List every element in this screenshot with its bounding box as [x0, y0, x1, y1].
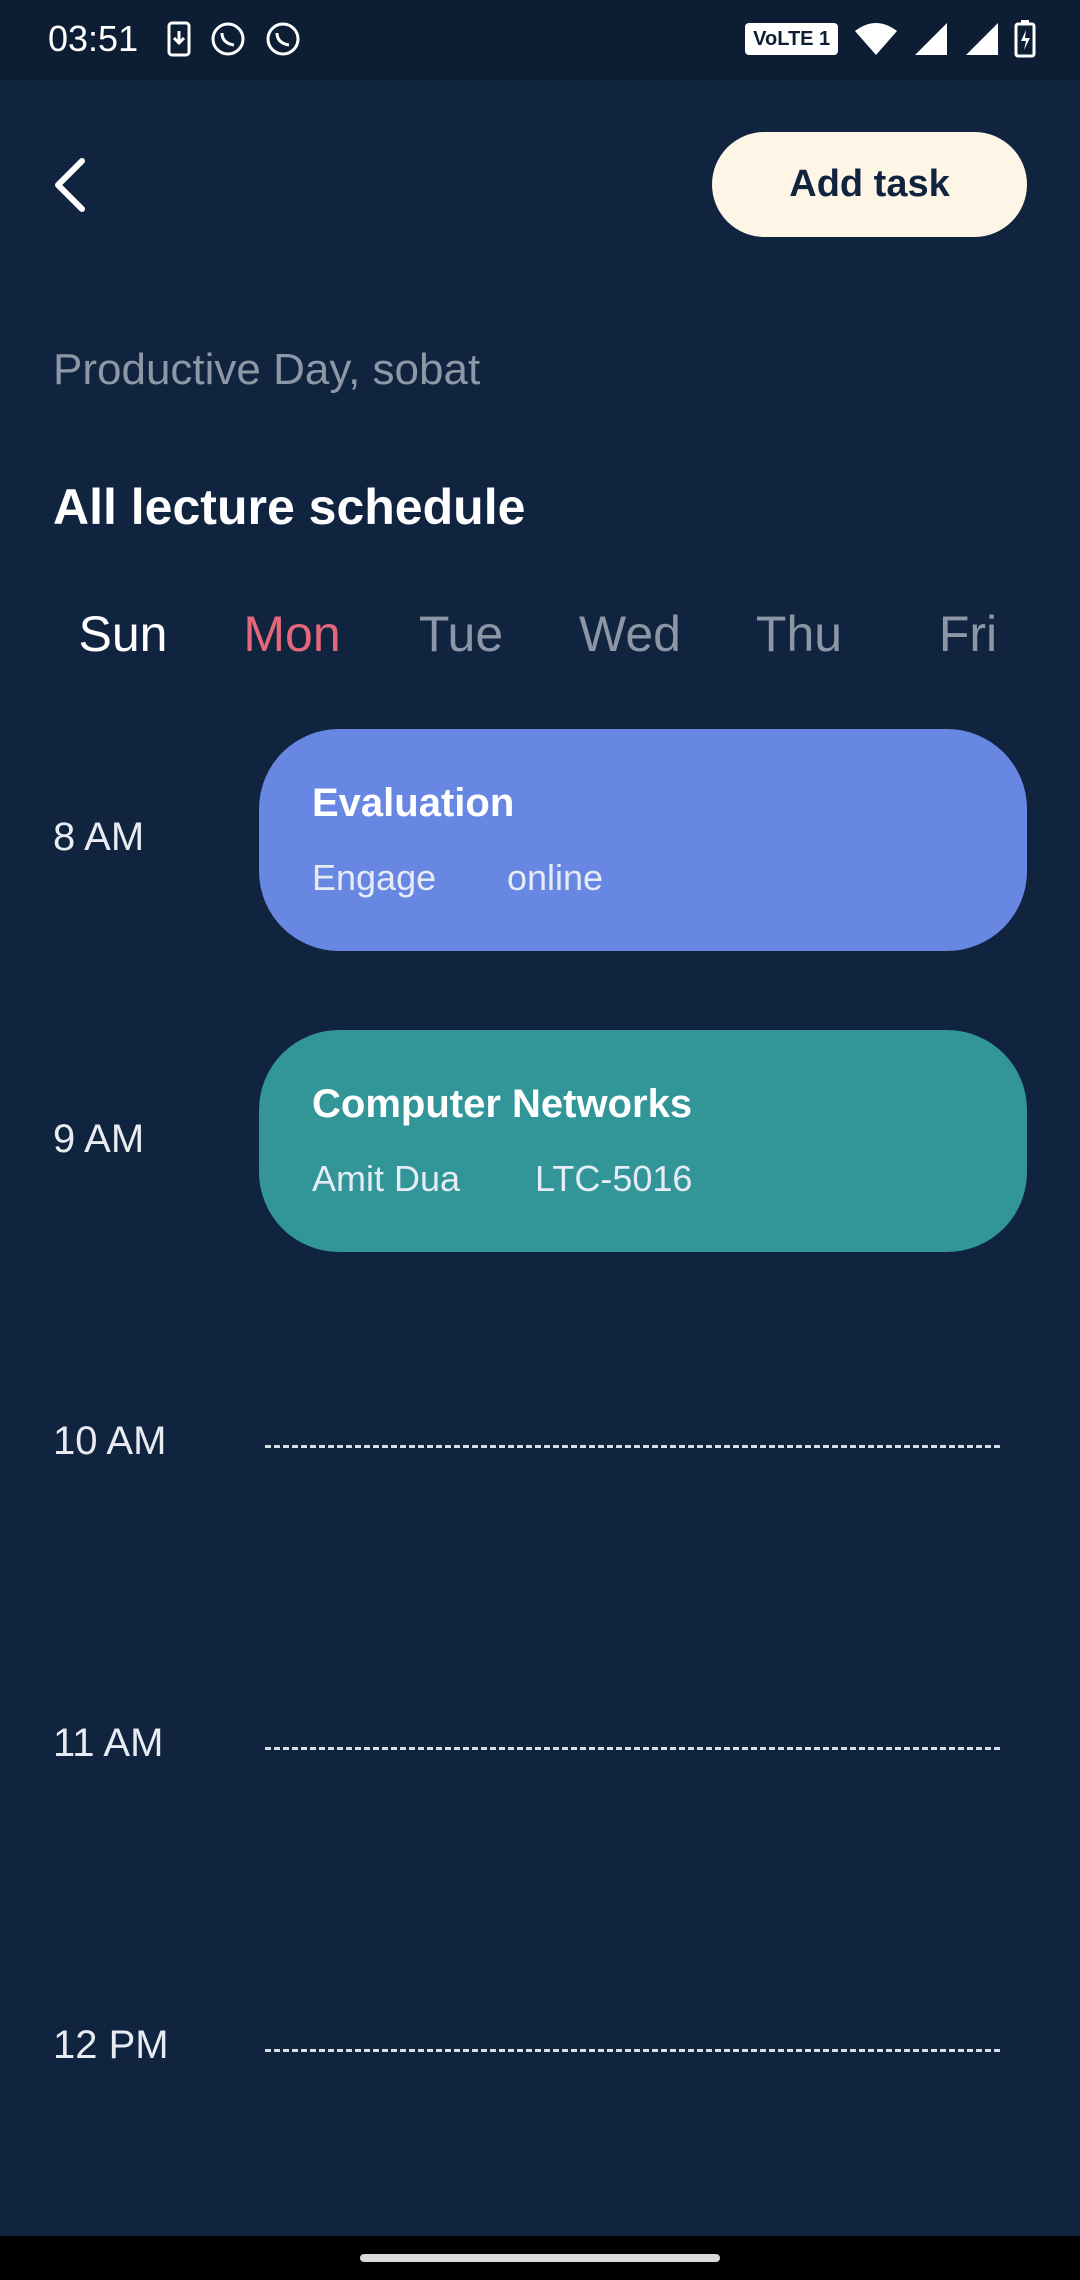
status-time: 03:51 [48, 18, 139, 59]
add-task-button[interactable]: Add task [712, 132, 1027, 237]
lecture-card-evaluation[interactable]: Evaluation Engage online [259, 729, 1027, 951]
day-tab-mon[interactable]: Mon [222, 605, 362, 663]
day-tab-wed[interactable]: Wed [560, 605, 700, 663]
day-tab-fri[interactable]: Fri [898, 605, 1038, 663]
day-selector: Sun Mon Tue Wed Thu Fri [53, 605, 1027, 675]
time-label-9am: 9 AM [53, 1117, 145, 1161]
lecture-card-computer-networks[interactable]: Computer Networks Amit Dua LTC-5016 [259, 1030, 1027, 1252]
lecture-instructor: Engage [312, 857, 437, 898]
download-icon [167, 21, 191, 57]
signal-icon [915, 23, 948, 55]
home-gesture-handle[interactable] [360, 2254, 720, 2262]
day-tab-tue[interactable]: Tue [391, 605, 531, 663]
wifi-icon [854, 23, 897, 55]
system-icons: VoLTE 1 [735, 20, 1036, 60]
page-title: All lecture schedule [53, 479, 526, 535]
empty-slot-divider [265, 1445, 1000, 1448]
greeting-text: Productive Day, sobat [53, 345, 481, 394]
chevron-left-icon [55, 158, 85, 212]
whatsapp-icon [266, 22, 300, 56]
notification-icons [165, 20, 314, 60]
day-tab-thu[interactable]: Thu [729, 605, 869, 663]
status-bar: 03:51 VoLTE 1 [0, 0, 1080, 80]
back-button[interactable] [40, 150, 100, 220]
volte-badge: VoLTE 1 [745, 23, 839, 55]
time-label-11am: 11 AM [53, 1721, 164, 1765]
lecture-title: Evaluation [312, 781, 515, 825]
time-label-10am: 10 AM [53, 1419, 167, 1463]
empty-slot-divider [265, 2049, 1000, 2052]
lecture-location: LTC-5016 [535, 1158, 693, 1199]
time-label-8am: 8 AM [53, 815, 145, 859]
empty-slot-divider [265, 1747, 1000, 1750]
lecture-title: Computer Networks [312, 1082, 693, 1126]
time-label-12pm: 12 PM [53, 2023, 169, 2067]
signal-roaming-icon [965, 23, 998, 55]
battery-charging-icon [1014, 20, 1036, 58]
whatsapp-icon [211, 22, 245, 56]
lecture-instructor: Amit Dua [312, 1158, 461, 1199]
day-tab-sun[interactable]: Sun [53, 605, 193, 663]
lecture-location: online [507, 857, 604, 898]
